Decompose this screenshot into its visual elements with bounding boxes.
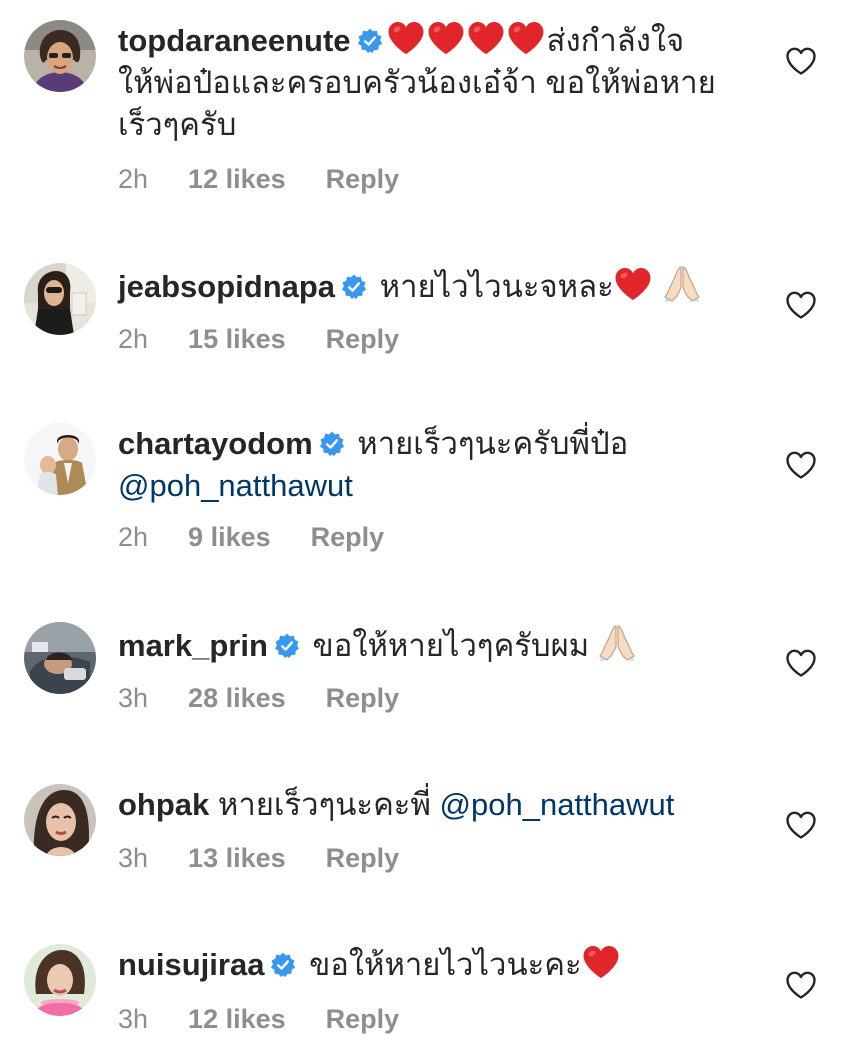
verified-badge-icon xyxy=(274,633,300,659)
avatar[interactable] xyxy=(24,263,96,335)
heart-outline-icon[interactable] xyxy=(785,290,817,320)
comment-meta: 3h 28 likes Reply xyxy=(118,683,439,714)
mention-link[interactable]: @poh_natthawut xyxy=(118,468,353,503)
comment-body: jeabsopidnapa หายไวไวนะจหละ xyxy=(118,263,758,308)
verified-badge-icon xyxy=(357,28,383,54)
mention-link[interactable]: @poh_natthawut xyxy=(440,787,675,822)
red-heart-emoji xyxy=(467,21,505,55)
verified-badge-icon xyxy=(319,431,345,457)
comment-username[interactable]: chartayodom xyxy=(118,426,313,461)
red-heart-emoji xyxy=(507,21,545,55)
reply-button[interactable]: Reply xyxy=(326,164,400,194)
comment-body: chartayodom หายเร็วๆนะครับพี่ป๋อ @poh_na… xyxy=(118,423,758,507)
comment-text: เร็วๆครับ xyxy=(118,107,237,142)
comment-username[interactable]: jeabsopidnapa xyxy=(118,269,335,304)
comment-meta: 2h 9 likes Reply xyxy=(118,522,424,553)
comment-body: ohpak หายเร็วๆนะคะพี่ @poh_natthawut xyxy=(118,784,758,826)
comment-username[interactable]: topdaraneenute xyxy=(118,23,351,58)
avatar[interactable] xyxy=(24,622,96,694)
reply-button[interactable]: Reply xyxy=(326,324,400,354)
comment-text: ขอให้หายไวๆครับผม xyxy=(312,628,590,663)
heart-outline-icon[interactable] xyxy=(785,648,817,678)
avatar[interactable] xyxy=(24,784,96,856)
likes-count[interactable]: 9 likes xyxy=(188,522,271,552)
comment-meta: 2h 12 likes Reply xyxy=(118,164,439,195)
comment-username[interactable]: nuisujiraa xyxy=(118,947,264,982)
red-heart-emoji xyxy=(387,21,425,55)
comment-timestamp: 2h xyxy=(118,164,149,194)
comment-text: ให้พ่อป๋อและครอบครัวน้องเอ๋จ้า ขอให้พ่อห… xyxy=(118,65,716,100)
likes-count[interactable]: 28 likes xyxy=(188,683,286,713)
comment-timestamp: 2h xyxy=(118,522,149,552)
red-heart-emoji xyxy=(582,945,620,979)
comment-body: mark_prin ขอให้หายไวๆครับผม xyxy=(118,622,758,667)
comment-timestamp: 3h xyxy=(118,1004,149,1034)
comment-meta: 3h 12 likes Reply xyxy=(118,1004,439,1035)
folded-hands-emoji xyxy=(597,622,637,662)
comment-text: หายเร็วๆนะครับพี่ป๋อ xyxy=(357,426,629,461)
verified-badge-icon xyxy=(341,274,367,300)
likes-count[interactable]: 15 likes xyxy=(188,324,286,354)
avatar[interactable] xyxy=(24,20,96,92)
comment-timestamp: 2h xyxy=(118,324,149,354)
comment-username[interactable]: ohpak xyxy=(118,787,209,822)
comment-text: ขอให้หายไวไวนะคะ xyxy=(309,947,582,982)
red-heart-emoji xyxy=(614,267,652,301)
comment-text: หายเร็วๆนะคะพี่ xyxy=(217,787,431,822)
red-heart-emoji xyxy=(427,21,465,55)
comment-text: ส่งกำลังใจ xyxy=(546,23,685,58)
avatar[interactable] xyxy=(24,423,96,495)
likes-count[interactable]: 13 likes xyxy=(188,843,286,873)
comment-text: หายไวไวนะจหละ xyxy=(379,269,614,304)
heart-outline-icon[interactable] xyxy=(785,450,817,480)
comment-body: topdaraneenute ส่งกำลังใจ ให้พ่อป๋อและครอ… xyxy=(118,20,758,146)
comment-timestamp: 3h xyxy=(118,683,149,713)
heart-outline-icon[interactable] xyxy=(785,970,817,1000)
avatar[interactable] xyxy=(24,944,96,1016)
comment-username[interactable]: mark_prin xyxy=(118,628,268,663)
verified-badge-icon xyxy=(270,952,296,978)
reply-button[interactable]: Reply xyxy=(311,522,385,552)
likes-count[interactable]: 12 likes xyxy=(188,164,286,194)
reply-button[interactable]: Reply xyxy=(326,1004,400,1034)
comment-meta: 3h 13 likes Reply xyxy=(118,843,439,874)
heart-outline-icon[interactable] xyxy=(785,46,817,76)
comment-meta: 2h 15 likes Reply xyxy=(118,324,439,355)
reply-button[interactable]: Reply xyxy=(326,683,400,713)
comment-body: nuisujiraa ขอให้หายไวไวนะคะ xyxy=(118,944,758,986)
reply-button[interactable]: Reply xyxy=(326,843,400,873)
likes-count[interactable]: 12 likes xyxy=(188,1004,286,1034)
comment-timestamp: 3h xyxy=(118,843,149,873)
heart-outline-icon[interactable] xyxy=(785,810,817,840)
folded-hands-emoji xyxy=(662,263,702,303)
